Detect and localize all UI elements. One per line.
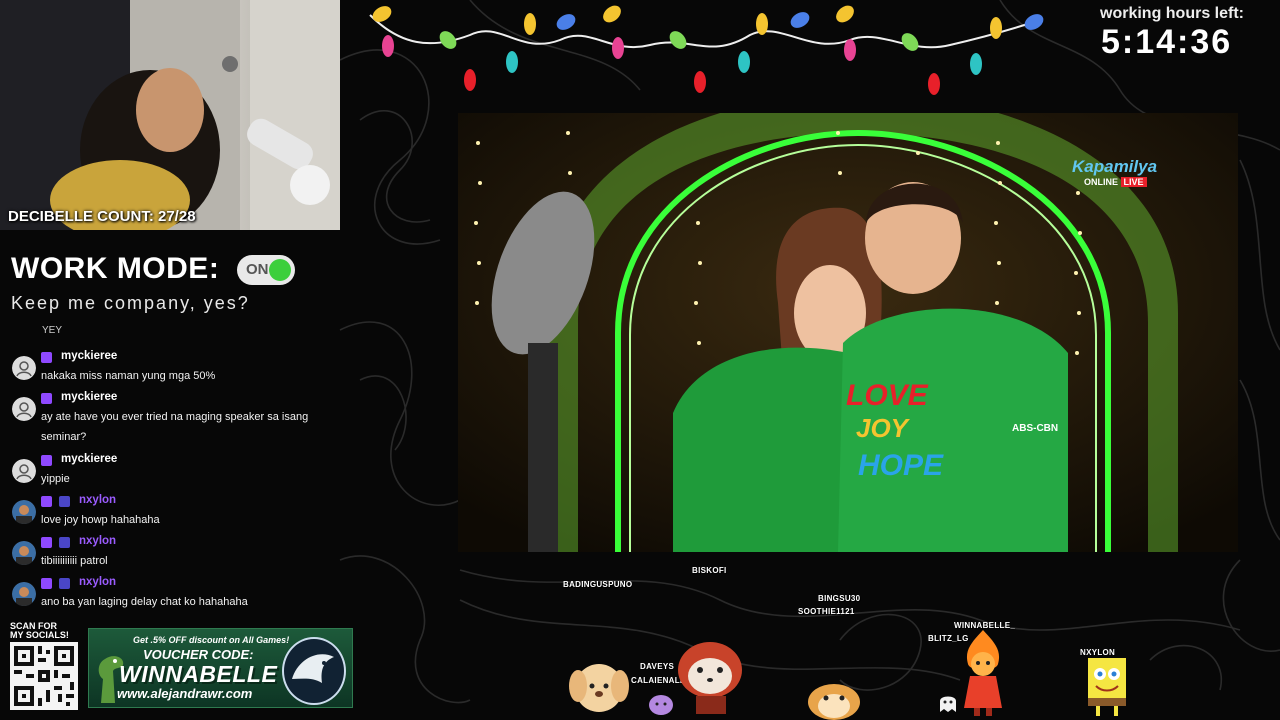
user-avatar-icon (12, 500, 36, 524)
twitch-badge-icon (41, 393, 52, 404)
decibelle-count: DECIBELLE COUNT: 27/28 (8, 208, 196, 225)
twitch-badge-icon (41, 578, 52, 589)
shark-logo-icon (282, 637, 346, 705)
viewer-name: BINGSU30 (818, 594, 861, 603)
chat-panel: YEY myckieree nakaka miss naman yung mga… (10, 325, 340, 617)
work-mode-subtitle: Keep me company, yes? (11, 293, 250, 313)
user-avatar-icon (12, 541, 36, 565)
subscriber-badge-icon (59, 496, 70, 507)
shirt-text-hope: HOPE (858, 449, 944, 482)
chat-username: nxylon (79, 535, 117, 547)
chat-username: nxylon (79, 494, 117, 506)
user-avatar-icon (12, 397, 36, 421)
red-panda-sprite-icon (678, 642, 742, 714)
chat-text: love joy howp hahahaha (41, 514, 160, 526)
voucher-url: www.alejandrawr.com (117, 686, 253, 701)
flame-princess-sprite-icon (964, 630, 1002, 716)
viewer-name: SOOTHIE1121 (798, 607, 855, 616)
channel-watermark: Kapamilya (1072, 157, 1158, 176)
subscriber-badge-icon (59, 578, 70, 589)
socials-label: SCAN FOR MY SOCIALS! (10, 622, 69, 640)
twitch-badge-icon (41, 496, 52, 507)
timer-label: working hours left: (1100, 5, 1244, 22)
chat-text: ano ba yan laging delay chat ko hahahaha (41, 596, 248, 608)
channel-live: LIVE (1120, 177, 1147, 187)
shirt-text-joy: JOY (856, 413, 909, 443)
timer-value: 5:14:36 (1101, 23, 1233, 61)
chat-text: ay ate have you ever tried na maging spe… (41, 411, 309, 443)
qr-pattern (10, 642, 78, 710)
channel-online: ONLINE (1084, 177, 1119, 187)
hamster-sprite-icon (808, 684, 860, 720)
ghost-sprite-icon (940, 696, 956, 712)
work-mode: WORK MODE: ON (11, 252, 295, 286)
twitch-badge-icon (41, 537, 52, 548)
work-mode-title: WORK MODE: (11, 252, 220, 285)
spongebob-sprite-icon (1088, 658, 1126, 716)
chat-text: yippie (41, 473, 70, 485)
toggle-knob (269, 259, 291, 281)
video-player: Kapamilya ONLINE LIVE LOVE JOY HOPE ABS-… (458, 113, 1238, 552)
viewer-name: BISKOFI (692, 566, 727, 575)
twitch-badge-icon (41, 455, 52, 466)
chat-username: nxylon (79, 576, 117, 588)
channel-live-badge: ONLINE LIVE (1084, 177, 1147, 187)
webcam-feed: DECIBELLE COUNT: 27/28 (0, 0, 340, 230)
chat-username: myckieree (61, 453, 118, 465)
socials-qr-code (10, 642, 78, 710)
chat-partial-message: YEY (42, 325, 63, 336)
voucher-code: WINNABELLE (119, 661, 278, 687)
purple-blob-sprite-icon (649, 695, 673, 715)
chat-username: myckieree (61, 391, 118, 403)
viewer-name: BADINGUSPUNO (563, 580, 633, 589)
shirt-text-love: LOVE (846, 379, 928, 412)
chat-text: tibiiiiiiiiii patrol (41, 555, 108, 567)
shirt-logo: ABS-CBN (1012, 423, 1059, 434)
voucher-banner: Get .5% OFF discount on All Games! VOUCH… (88, 628, 353, 708)
user-avatar-icon (12, 459, 36, 483)
chat-username: myckieree (61, 350, 118, 362)
viewer-name: DAVEYS (640, 662, 675, 671)
webcam-image (0, 0, 340, 230)
subscriber-badge-icon (59, 537, 70, 548)
user-avatar-icon (12, 356, 36, 380)
voucher-label: VOUCHER CODE: (143, 647, 254, 662)
voucher-promo: Get .5% OFF discount on All Games! (133, 635, 290, 645)
user-avatar-icon (12, 582, 36, 606)
chat-text: nakaka miss naman yung mga 50% (41, 370, 216, 382)
socials-label-line2: MY SOCIALS! (10, 630, 69, 640)
twitch-badge-icon (41, 352, 52, 363)
toggle-label: ON (246, 261, 269, 278)
work-mode-toggle: ON (237, 255, 295, 285)
puppy-sprite-icon (569, 664, 629, 712)
